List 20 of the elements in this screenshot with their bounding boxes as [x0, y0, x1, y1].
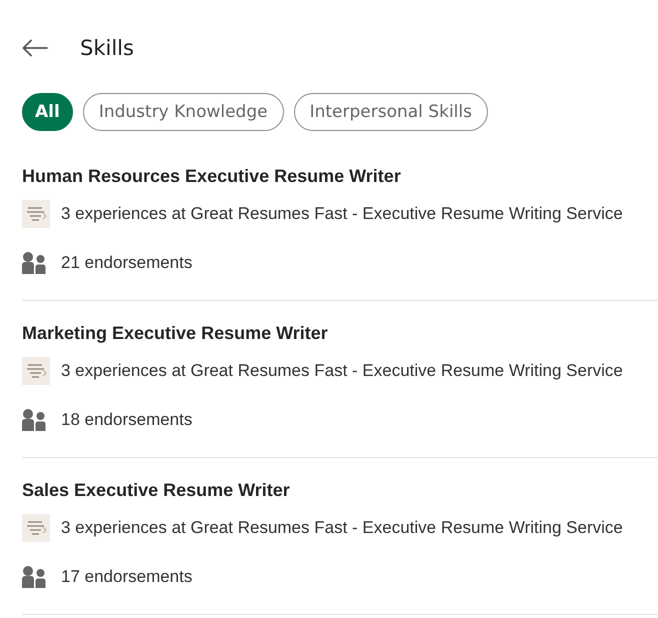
experience-text[interactable]: 3 experiences at Great Resumes Fast - Executive Resume Writing Service [61, 361, 623, 381]
skill-title[interactable]: Human Resources Executive Resume Writer [22, 164, 401, 188]
back-arrow-icon[interactable] [22, 39, 48, 57]
experience-text[interactable]: 3 experiences at Great Resumes Fast - Executive Resume Writing Service [61, 204, 623, 224]
endorsement-count[interactable]: 21 endorsements [61, 253, 192, 273]
company-logo-icon [22, 200, 50, 228]
company-logo-icon [22, 357, 50, 385]
filter-chip[interactable]: All [22, 93, 73, 131]
company-logo-icon [22, 514, 50, 542]
people-icon [22, 409, 46, 431]
page-title: Skills [80, 36, 134, 60]
endorsement-count[interactable]: 17 endorsements [61, 567, 192, 587]
skill-title[interactable]: Sales Executive Resume Writer [22, 478, 290, 502]
people-icon [22, 566, 46, 588]
people-icon [22, 252, 46, 274]
filter-chip[interactable]: Interpersonal Skills [294, 93, 488, 131]
endorsement-count[interactable]: 18 endorsements [61, 410, 192, 430]
skill-title[interactable]: Marketing Executive Resume Writer [22, 321, 328, 345]
experience-text[interactable]: 3 experiences at Great Resumes Fast - Executive Resume Writing Service [61, 518, 623, 538]
filter-chip[interactable]: Industry Knowledge [82, 93, 284, 131]
